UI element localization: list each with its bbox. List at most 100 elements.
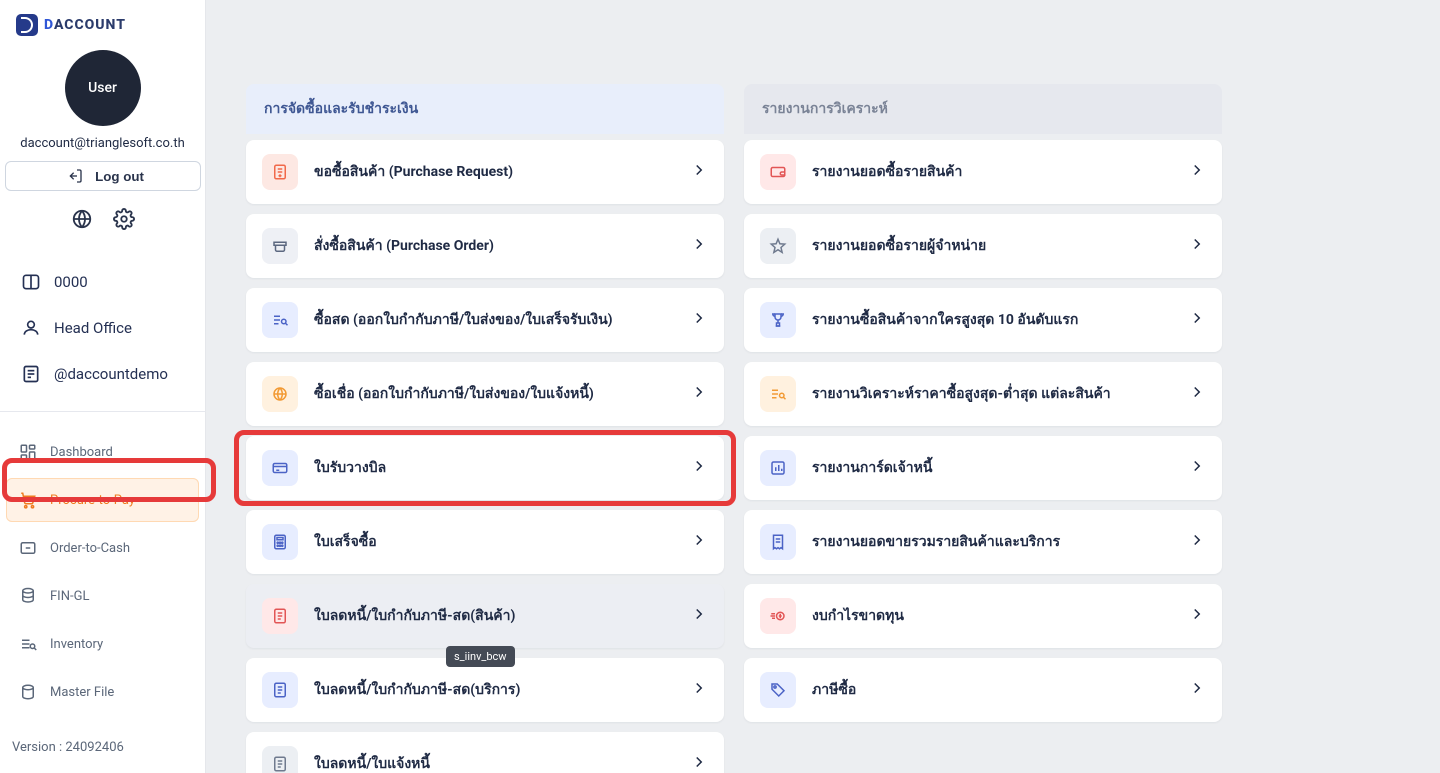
left-row-6[interactable]: ใบลดหนี้/ใบกำกับภาษี-สด(สินค้า) s_iinv_b…	[246, 584, 724, 648]
nav-label: Dashboard	[50, 445, 113, 460]
row-label: ใบลดหนี้/ใบกำกับภาษี-สด(สินค้า)	[314, 605, 674, 627]
nav-icon-inventory	[18, 634, 38, 654]
org-code[interactable]: 0000	[0, 259, 205, 305]
version-label: Version : 24092406	[0, 726, 205, 769]
chevron-right-icon	[690, 605, 708, 627]
nav-label: Procure-to-Pay	[50, 493, 135, 508]
list-search-icon	[262, 302, 298, 338]
row-label: รายงานยอดซื้อรายสินค้า	[812, 161, 1172, 183]
row-label: ใบรับวางบิล	[314, 457, 674, 479]
left-row-5[interactable]: ใบเสร็จซื้อ	[246, 510, 724, 574]
left-row-7[interactable]: ใบลดหนี้/ใบกำกับภาษี-สด(บริการ)	[246, 658, 724, 722]
sidebar-item-fin-gl[interactable]: FIN-GL	[6, 574, 199, 618]
panel-procurement-body: ขอซื้อสินค้า (Purchase Request) สั่งซื้อ…	[246, 134, 724, 773]
user-email: daccount@trianglesoft.co.th	[20, 136, 185, 151]
right-row-6[interactable]: งบกำไรขาดทุน	[744, 584, 1222, 648]
wallet-icon	[760, 154, 796, 190]
chevron-right-icon	[690, 235, 708, 257]
gear-icon[interactable]	[110, 205, 138, 233]
sidebar-item-procure-to-pay[interactable]: Procure-to-Pay	[6, 478, 199, 522]
chevron-right-icon	[1188, 531, 1206, 553]
row-label: ใบลดหนี้/ใบแจ้งหนี้	[314, 753, 674, 773]
chevron-right-icon	[1188, 383, 1206, 405]
org-handle[interactable]: @daccountdemo	[0, 351, 205, 397]
right-row-0[interactable]: รายงานยอดซื้อรายสินค้า	[744, 140, 1222, 204]
row-label: ใบเสร็จซื้อ	[314, 531, 674, 553]
tray-icon	[262, 228, 298, 264]
nav-icon-dashboard	[18, 442, 38, 462]
left-row-2[interactable]: ซื้อสด (ออกใบกำกับภาษี/ใบส่งของ/ใบเสร็จร…	[246, 288, 724, 352]
brand: DACCOUNT	[0, 0, 205, 42]
row-label: ซื้อเชื่อ (ออกใบกำกับภาษี/ใบส่งของ/ใบแจ้…	[314, 383, 674, 405]
org-handle-icon	[20, 363, 42, 385]
right-row-7[interactable]: ภาษีซื้อ	[744, 658, 1222, 722]
right-row-1[interactable]: รายงานยอดซื้อรายผู้จำหน่าย	[744, 214, 1222, 278]
nav-label: Inventory	[50, 637, 103, 652]
logout-label: Log out	[95, 169, 144, 184]
right-row-4[interactable]: รายงานการ์ดเจ้าหนี้	[744, 436, 1222, 500]
chevron-right-icon	[1188, 235, 1206, 257]
right-row-3[interactable]: รายงานวิเคราะห์ราคาซื้อสูงสุด-ต่ำสุด แต่…	[744, 362, 1222, 426]
coin-fast-icon	[760, 598, 796, 634]
chevron-right-icon	[1188, 457, 1206, 479]
org-office-label: Head Office	[54, 319, 132, 337]
main-content: การจัดซื้อและรับชำระเงิน ขอซื้อสินค้า (P…	[206, 0, 1440, 773]
star-icon	[760, 228, 796, 264]
row-label: ซื้อสด (ออกใบกำกับภาษี/ใบส่งของ/ใบเสร็จร…	[314, 309, 674, 331]
avatar[interactable]: User	[65, 50, 141, 126]
brand-text: DACCOUNT	[44, 17, 126, 33]
nav-label: Master File	[50, 685, 114, 700]
logout-button[interactable]: Log out	[5, 161, 201, 191]
avatar-initials: User	[88, 80, 117, 96]
org-code-icon	[20, 271, 42, 293]
org-handle-label: @daccountdemo	[54, 365, 168, 383]
card-icon	[262, 450, 298, 486]
right-row-5[interactable]: รายงานยอดขายรวมรายสินค้าและบริการ	[744, 510, 1222, 574]
chevron-right-icon	[1188, 309, 1206, 331]
chart-box-icon	[760, 450, 796, 486]
row-label: รายงานซื้อสินค้าจากใครสูงสุด 10 อันดับแร…	[812, 309, 1172, 331]
panel-reports-title: รายงานการวิเคราะห์	[744, 84, 1222, 134]
chevron-right-icon	[690, 753, 708, 773]
panel-reports: รายงานการวิเคราะห์ รายงานยอดซื้อรายสินค้…	[744, 84, 1222, 722]
brand-logo-icon	[16, 14, 38, 36]
row-label: ภาษีซื้อ	[812, 679, 1172, 701]
calc-icon	[262, 524, 298, 560]
row-label: รายงานวิเคราะห์ราคาซื้อสูงสุด-ต่ำสุด แต่…	[812, 383, 1172, 405]
left-row-0[interactable]: ขอซื้อสินค้า (Purchase Request)	[246, 140, 724, 204]
chevron-right-icon	[690, 679, 708, 701]
doc-lines-icon	[262, 746, 298, 773]
right-row-2[interactable]: รายงานซื้อสินค้าจากใครสูงสุด 10 อันดับแร…	[744, 288, 1222, 352]
doc-lines-icon	[262, 672, 298, 708]
nav-list: Dashboard Procure-to-Pay Order-to-Cash FIN-…	[0, 412, 205, 726]
row-label: รายงานยอดซื้อรายผู้จำหน่าย	[812, 235, 1172, 257]
nav-icon-procure-to-pay	[18, 490, 38, 510]
left-row-3[interactable]: ซื้อเชื่อ (ออกใบกำกับภาษี/ใบส่งของ/ใบแจ้…	[246, 362, 724, 426]
logout-icon	[61, 162, 89, 190]
org-code-label: 0000	[54, 273, 88, 291]
sidebar-item-dashboard[interactable]: Dashboard	[6, 430, 199, 474]
left-row-8[interactable]: ใบลดหนี้/ใบแจ้งหนี้	[246, 732, 724, 773]
chevron-right-icon	[1188, 161, 1206, 183]
tooltip: s_iinv_bcw	[446, 646, 515, 667]
panel-procurement: การจัดซื้อและรับชำระเงิน ขอซื้อสินค้า (P…	[246, 84, 724, 773]
nav-label: FIN-GL	[50, 589, 89, 604]
row-label: ขอซื้อสินค้า (Purchase Request)	[314, 161, 674, 183]
sidebar-item-order-to-cash[interactable]: Order-to-Cash	[6, 526, 199, 570]
language-icon[interactable]	[68, 205, 96, 233]
row-label: ใบลดหนี้/ใบกำกับภาษี-สด(บริการ)	[314, 679, 674, 701]
tag-icon	[760, 672, 796, 708]
user-block: User daccount@trianglesoft.co.th Log out	[0, 42, 205, 253]
doc-lines-icon	[262, 598, 298, 634]
left-row-1[interactable]: สั่งซื้อสินค้า (Purchase Order)	[246, 214, 724, 278]
chevron-right-icon	[690, 309, 708, 331]
chevron-right-icon	[690, 161, 708, 183]
panel-procurement-title: การจัดซื้อและรับชำระเงิน	[246, 84, 724, 134]
sidebar-item-master-file[interactable]: Master File	[6, 670, 199, 714]
nav-icon-order-to-cash	[18, 538, 38, 558]
nav-label: Order-to-Cash	[50, 541, 130, 556]
sidebar-item-inventory[interactable]: Inventory	[6, 622, 199, 666]
org-office[interactable]: Head Office	[0, 305, 205, 351]
org-office-icon	[20, 317, 42, 339]
left-row-4[interactable]: ใบรับวางบิล	[246, 436, 724, 500]
